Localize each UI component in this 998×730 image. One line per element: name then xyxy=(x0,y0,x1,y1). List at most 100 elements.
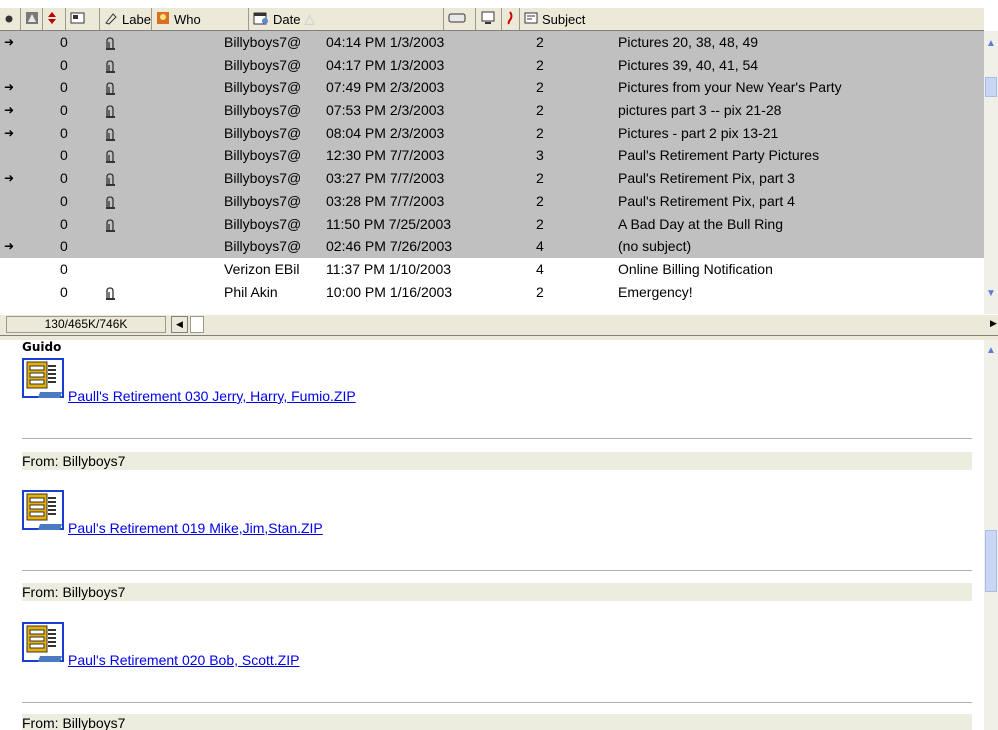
message-subject: Pictures 20, 38, 48, 49 xyxy=(618,34,759,50)
message-row[interactable]: ➜ 0 Billyboys7@ 08:04 PM 2/3/2003 2 Pictures … xyxy=(0,121,984,145)
scrollbar-thumb[interactable] xyxy=(985,530,997,592)
scrollbar-thumb[interactable] xyxy=(985,77,997,97)
message-priority: 0 xyxy=(60,260,68,277)
message-sender: Billyboys7@ xyxy=(224,238,302,255)
message-row[interactable]: ➜ 0 Billyboys7@ 03:27 PM 7/7/2003 2 Paul's Re… xyxy=(0,167,984,190)
message-size: 4 xyxy=(536,238,544,255)
zip-archive-icon[interactable] xyxy=(22,622,66,666)
column-label-text: Label xyxy=(122,11,152,27)
attachment-link[interactable]: Paul's Retirement 020 Bob, Scott.ZIP xyxy=(68,652,299,668)
zip-archive-icon[interactable] xyxy=(22,490,66,534)
horizontal-scroll-track[interactable] xyxy=(190,316,204,333)
message-date: 07:49 PM 2/3/2003 xyxy=(326,79,445,96)
message-sender: Billyboys7@ xyxy=(224,102,302,119)
message-row[interactable]: 0 Billyboys7@ 11:50 PM 7/25/2003 2 A Bad Day… xyxy=(0,212,984,236)
column-status[interactable] xyxy=(0,8,21,30)
attachment-link[interactable]: Paull's Retirement 030 Jerry, Harry, Fum… xyxy=(68,388,356,404)
message-row[interactable]: ➜ 0 Billyboys7@ 04:14 PM 1/3/2003 2 Pictures … xyxy=(0,31,984,54)
message-subject: Pictures from your New Year's Party xyxy=(618,79,842,96)
message-priority: 0 xyxy=(60,124,68,141)
message-row[interactable]: ➜ 0 Billyboys7@ 02:46 PM 7/26/2003 4 (no subj… xyxy=(0,235,984,258)
list-status-bar: 130/465K/746K ◀ ▶ xyxy=(0,314,998,335)
message-subject: Emergency! xyxy=(618,283,693,300)
from-line: From: Billyboys7 xyxy=(22,583,972,601)
column-header-bar: Label Who Date △ Subject xyxy=(0,8,984,31)
message-size: 4 xyxy=(536,260,544,277)
column-sort[interactable] xyxy=(43,8,66,30)
message-count-status: 130/465K/746K xyxy=(6,316,166,333)
column-attachment[interactable] xyxy=(66,8,100,30)
message-subject: (no subject) xyxy=(618,238,692,255)
message-subject: Paul's Retirement Party Pictures xyxy=(618,147,820,164)
who-icon xyxy=(156,11,170,28)
message-row[interactable]: 0 Billyboys7@ 12:30 PM 7/7/2003 3 Paul's Ret… xyxy=(0,144,984,168)
divider xyxy=(22,438,972,439)
message-size: 2 xyxy=(536,56,544,73)
message-sender: Billyboys7@ xyxy=(224,34,302,50)
message-row[interactable]: ➜ 0 Billyboys7@ 07:49 PM 2/3/2003 2 Pictures … xyxy=(0,76,984,100)
message-priority: 0 xyxy=(60,79,68,96)
sort-ascending-icon: △ xyxy=(304,11,315,26)
message-subject: A Bad Day at the Bull Ring xyxy=(618,215,783,232)
message-priority: 0 xyxy=(60,215,68,232)
size-icon xyxy=(448,12,466,27)
attachment-link[interactable]: Paul's Retirement 019 Mike,Jim,Stan.ZIP xyxy=(68,520,323,536)
message-row[interactable]: 0 Phil Akin 10:00 PM 1/16/2003 2 Emergency! xyxy=(0,281,984,304)
column-who[interactable]: Who xyxy=(152,8,249,30)
forwarded-arrow-icon: ➜ xyxy=(4,125,15,140)
message-priority: 0 xyxy=(60,34,68,50)
message-size: 2 xyxy=(536,283,544,300)
preview-sender-name: Guido xyxy=(22,340,62,354)
message-sender: Billyboys7@ xyxy=(224,170,302,187)
message-row[interactable]: 0 Billyboys7@ 03:28 PM 7/7/2003 2 Paul's Ret… xyxy=(0,189,984,213)
zip-archive-icon[interactable] xyxy=(22,358,66,402)
message-priority: 0 xyxy=(60,238,68,255)
message-row[interactable]: ➜ 0 Billyboys7@ 07:53 PM 2/3/2003 2 pictures … xyxy=(0,99,984,122)
priority-icon xyxy=(25,11,39,28)
message-date: 11:37 PM 1/10/2003 xyxy=(326,260,452,277)
column-server[interactable] xyxy=(476,8,502,30)
message-sender: Billyboys7@ xyxy=(224,192,302,209)
column-priority[interactable] xyxy=(21,8,43,30)
scroll-right-icon[interactable]: ▶ xyxy=(990,318,997,329)
divider xyxy=(22,570,972,571)
toolbar-strip xyxy=(0,0,998,8)
scroll-up-icon[interactable]: ▲ xyxy=(984,37,998,51)
column-size[interactable] xyxy=(444,8,476,30)
label-tag-icon xyxy=(104,11,118,28)
message-sender: Phil Akin xyxy=(224,283,278,300)
message-sender: Billyboys7@ xyxy=(224,56,302,73)
message-size: 2 xyxy=(536,192,544,209)
column-date[interactable]: Date △ xyxy=(249,8,444,30)
divider xyxy=(22,702,972,703)
forwarded-arrow-icon: ➜ xyxy=(4,239,15,254)
message-size: 2 xyxy=(536,34,544,50)
message-priority: 0 xyxy=(60,170,68,187)
message-date: 04:17 PM 1/3/2003 xyxy=(326,56,445,73)
scroll-up-icon[interactable]: ▲ xyxy=(984,344,998,358)
column-junk[interactable] xyxy=(502,8,520,30)
scroll-down-icon[interactable]: ▼ xyxy=(984,287,998,301)
calendar-icon xyxy=(253,11,269,28)
message-date: 02:46 PM 7/26/2003 xyxy=(326,238,453,255)
message-sender: Billyboys7@ xyxy=(224,215,302,232)
column-label[interactable]: Label xyxy=(100,8,152,30)
forwarded-arrow-icon: ➜ xyxy=(4,80,15,95)
sort-arrows-icon xyxy=(47,11,57,28)
message-date: 07:53 PM 2/3/2003 xyxy=(326,102,445,119)
message-size: 2 xyxy=(536,215,544,232)
preview-vertical-scrollbar[interactable]: ▲ xyxy=(984,340,998,730)
list-vertical-scrollbar[interactable]: ▲ ▼ xyxy=(984,31,998,314)
message-row[interactable]: 0 Billyboys7@ 04:17 PM 1/3/2003 2 Pictures 3… xyxy=(0,53,984,77)
message-subject: Online Billing Notification xyxy=(618,260,773,277)
scroll-left-icon[interactable]: ◀ xyxy=(171,316,188,333)
message-sender: Billyboys7@ xyxy=(224,124,302,141)
message-size: 3 xyxy=(536,147,544,164)
message-sender: Verizon EBil xyxy=(224,260,300,277)
message-date: 12:30 PM 7/7/2003 xyxy=(326,147,445,164)
column-subject[interactable]: Subject xyxy=(520,8,984,30)
message-list-pane: Label Who Date △ Subject ➜ 0 Billyboys7@ 04… xyxy=(0,0,998,336)
forwarded-arrow-icon: ➜ xyxy=(4,103,15,118)
message-row[interactable]: 0 Verizon EBil 11:37 PM 1/10/2003 4 Online B… xyxy=(0,258,984,281)
message-priority: 0 xyxy=(60,283,68,300)
